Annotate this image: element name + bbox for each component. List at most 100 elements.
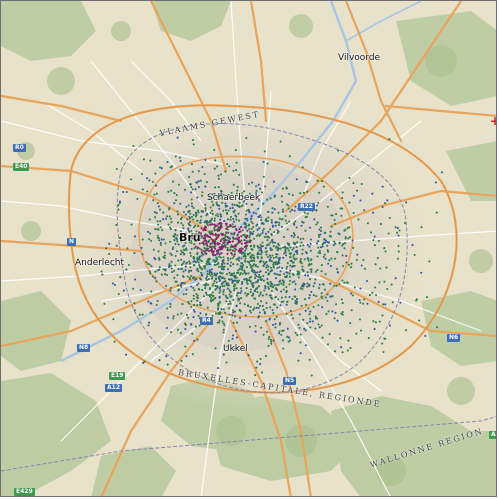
incident-point — [168, 262, 171, 266]
incident-point — [184, 327, 187, 331]
incident-point — [176, 284, 180, 287]
incident-point — [185, 313, 188, 316]
incident-point — [292, 246, 295, 250]
incident-point — [171, 270, 174, 274]
incident-point — [189, 254, 192, 257]
incident-point — [285, 303, 288, 306]
incident-point — [226, 257, 229, 260]
incident-point — [170, 260, 173, 263]
incident-point — [190, 305, 193, 308]
incident-point — [211, 239, 215, 242]
incident-point — [310, 290, 313, 293]
incident-point — [237, 297, 240, 300]
incident-point — [157, 205, 160, 208]
incident-point — [324, 257, 327, 260]
incident-point — [339, 337, 342, 340]
incident-point — [258, 305, 262, 308]
incident-point — [210, 293, 213, 296]
incident-point — [262, 227, 265, 231]
incident-point — [176, 328, 180, 331]
incident-point — [251, 222, 254, 225]
incident-point — [168, 215, 171, 218]
incident-point — [306, 257, 309, 260]
incident-point — [240, 257, 243, 260]
incident-point — [254, 290, 257, 293]
incident-point — [190, 274, 193, 277]
incident-point — [218, 287, 221, 290]
incident-point — [277, 261, 280, 264]
incident-point — [249, 230, 252, 234]
incident-point — [266, 162, 269, 165]
incident-point — [263, 150, 266, 153]
incident-point — [225, 300, 228, 303]
incident-point — [243, 226, 246, 229]
incident-point — [209, 246, 212, 249]
incident-point — [274, 326, 277, 329]
incident-point — [192, 206, 195, 210]
incident-point — [241, 229, 244, 232]
incident-point — [126, 247, 129, 250]
incident-point — [227, 240, 230, 243]
incident-point — [244, 213, 248, 216]
incident-point — [270, 340, 273, 343]
incident-point — [134, 278, 137, 281]
incident-point — [225, 282, 228, 285]
incident-point — [310, 258, 313, 262]
incident-point — [196, 209, 200, 212]
incident-point — [282, 283, 285, 286]
incident-point — [194, 278, 197, 281]
incident-point — [235, 305, 238, 308]
incident-point — [172, 315, 175, 318]
incident-point — [219, 189, 222, 193]
incident-point — [275, 253, 278, 256]
incident-point — [342, 264, 345, 268]
incident-point — [347, 237, 350, 240]
incident-point — [329, 264, 332, 268]
incident-point — [275, 287, 278, 290]
incident-point — [113, 283, 116, 286]
incident-point — [227, 303, 230, 306]
incident-point — [222, 261, 225, 264]
incident-point — [302, 221, 305, 224]
incident-point — [278, 217, 281, 220]
incident-point — [200, 254, 203, 257]
incident-point — [267, 337, 270, 340]
incident-point — [291, 297, 294, 300]
incident-point — [108, 252, 111, 255]
incident-point — [187, 227, 190, 230]
incident-point — [383, 202, 387, 205]
map-viewport[interactable]: Vilvoorde Schaerbeek Bru Anderlecht Ukke… — [0, 0, 497, 497]
incident-point — [323, 238, 326, 241]
incident-point — [210, 296, 213, 300]
incident-point — [265, 235, 268, 238]
incident-point — [224, 170, 227, 173]
incident-point — [176, 221, 180, 224]
incident-point — [195, 296, 198, 299]
incident-point — [174, 254, 177, 258]
incident-point — [355, 332, 358, 335]
incident-point — [213, 227, 216, 230]
road-shield-n-left: N — [67, 238, 77, 246]
incident-point — [215, 249, 218, 252]
incident-point — [174, 155, 177, 158]
map-canvas[interactable] — [1, 1, 497, 497]
incident-point — [169, 252, 172, 255]
incident-point — [379, 222, 382, 226]
incident-point — [218, 295, 221, 298]
location-marker[interactable]: + — [490, 115, 496, 127]
incident-point — [156, 201, 159, 205]
incident-point — [220, 215, 223, 218]
incident-point — [248, 211, 251, 214]
incident-point — [277, 224, 281, 227]
incident-point — [215, 287, 218, 290]
incident-point — [256, 265, 259, 268]
incident-point — [165, 217, 168, 220]
incident-point — [319, 252, 322, 255]
incident-point — [295, 246, 298, 249]
incident-point — [291, 194, 294, 197]
incident-point — [260, 326, 263, 329]
incident-point — [125, 353, 128, 356]
incident-point — [148, 270, 151, 273]
incident-point — [250, 275, 253, 279]
incident-point — [258, 249, 261, 252]
